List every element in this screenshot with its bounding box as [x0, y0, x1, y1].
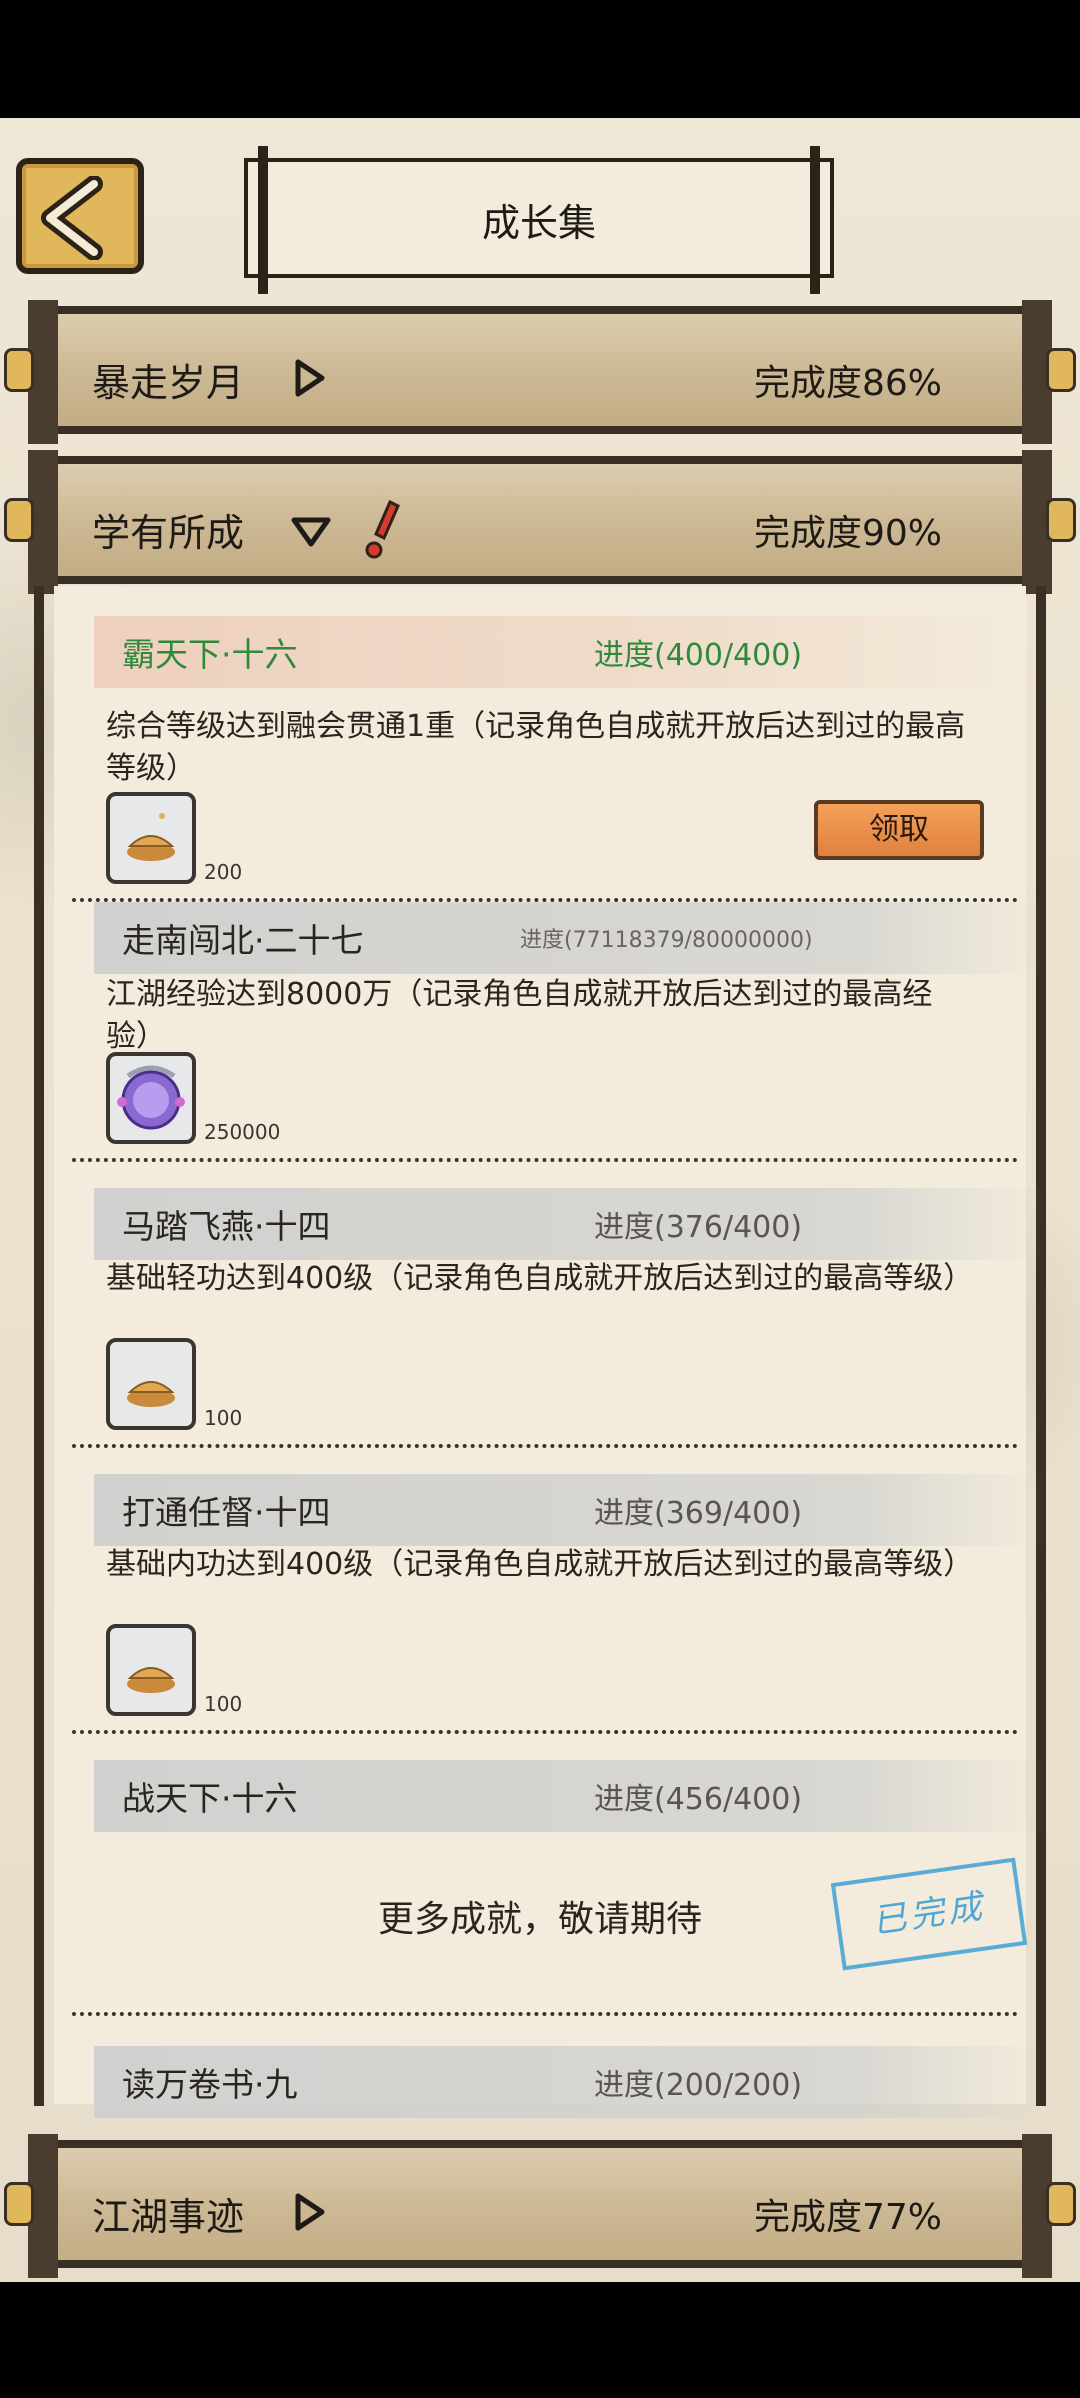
- title-banner: 成长集: [244, 146, 834, 294]
- section-bar-jianghu[interactable]: 江湖事迹 完成度77%: [4, 2134, 1076, 2278]
- achievement-name: 走南闯北·二十七: [122, 921, 364, 960]
- back-button[interactable]: [16, 158, 144, 274]
- section-title: 江湖事迹: [92, 2195, 245, 2239]
- section-bar-xueyou[interactable]: 学有所成 完成度90%: [4, 450, 1076, 594]
- achievement-progress: 进度(369/400): [594, 1496, 803, 1531]
- collapse-down-icon: [291, 517, 331, 547]
- achievement-progress: 进度(200/200): [594, 2068, 803, 2103]
- reward-count: 100: [204, 1692, 243, 1716]
- gold-ingot-icon: [127, 813, 175, 861]
- achievement-desc: 综合等级达到融会贯通1重（记录角色自成就开放后达到过的最高等级）: [106, 709, 966, 786]
- reward-count: 250000: [204, 1120, 281, 1144]
- section-progress: 完成度86%: [753, 363, 942, 404]
- section-progress: 完成度77%: [753, 2197, 942, 2238]
- chevron-left-icon: [41, 176, 103, 260]
- achievement-name: 霸天下·十六: [122, 635, 298, 674]
- status-bar: [0, 0, 1080, 118]
- potential-orb-icon: [117, 1065, 185, 1130]
- achievement-desc: 江湖经验达到8000万（记录角色自成就开放后达到过的最高经验）: [106, 977, 933, 1054]
- alert-icon: [365, 500, 400, 559]
- navigation-bar: [0, 2282, 1080, 2398]
- achievement-desc: 基础内功达到400级（记录角色自成就开放后达到过的最高等级）: [106, 1547, 974, 1582]
- achievement-progress: 进度(400/400): [594, 638, 803, 673]
- achievement-progress: 进度(456/400): [594, 1782, 803, 1817]
- expand-right-icon: [295, 359, 325, 397]
- expand-right-icon: [295, 2193, 325, 2231]
- section-title: 学有所成: [92, 511, 245, 555]
- page-title: 成长集: [481, 201, 596, 245]
- reward-item[interactable]: [106, 792, 196, 884]
- achievement-desc: 基础轻功达到400级（记录角色自成就开放后达到过的最高等级）: [106, 1261, 974, 1296]
- gold-ingot-icon: [127, 1381, 175, 1407]
- achievement-progress: 进度(77118379/80000000): [520, 928, 813, 953]
- section-title: 暴走岁月: [92, 361, 245, 405]
- section-bar-baozou[interactable]: 暴走岁月 完成度86%: [4, 300, 1076, 444]
- achievement-name: 打通任督·十四: [122, 1493, 331, 1532]
- achievement-progress: 进度(376/400): [594, 1210, 803, 1245]
- gold-ingot-icon: [127, 1667, 175, 1693]
- reward-item[interactable]: [106, 1052, 196, 1144]
- reward-count: 200: [204, 860, 243, 884]
- reward-item[interactable]: [106, 1338, 196, 1430]
- achievement-name: 战天下·十六: [122, 1779, 298, 1818]
- section-progress: 完成度90%: [753, 513, 942, 554]
- achievement-name: 马踏飞燕·十四: [122, 1207, 331, 1246]
- reward-count: 100: [204, 1406, 243, 1430]
- claim-button[interactable]: 领取: [814, 800, 984, 860]
- achievement-name: 读万卷书·九: [122, 2065, 298, 2104]
- reward-item[interactable]: [106, 1624, 196, 1716]
